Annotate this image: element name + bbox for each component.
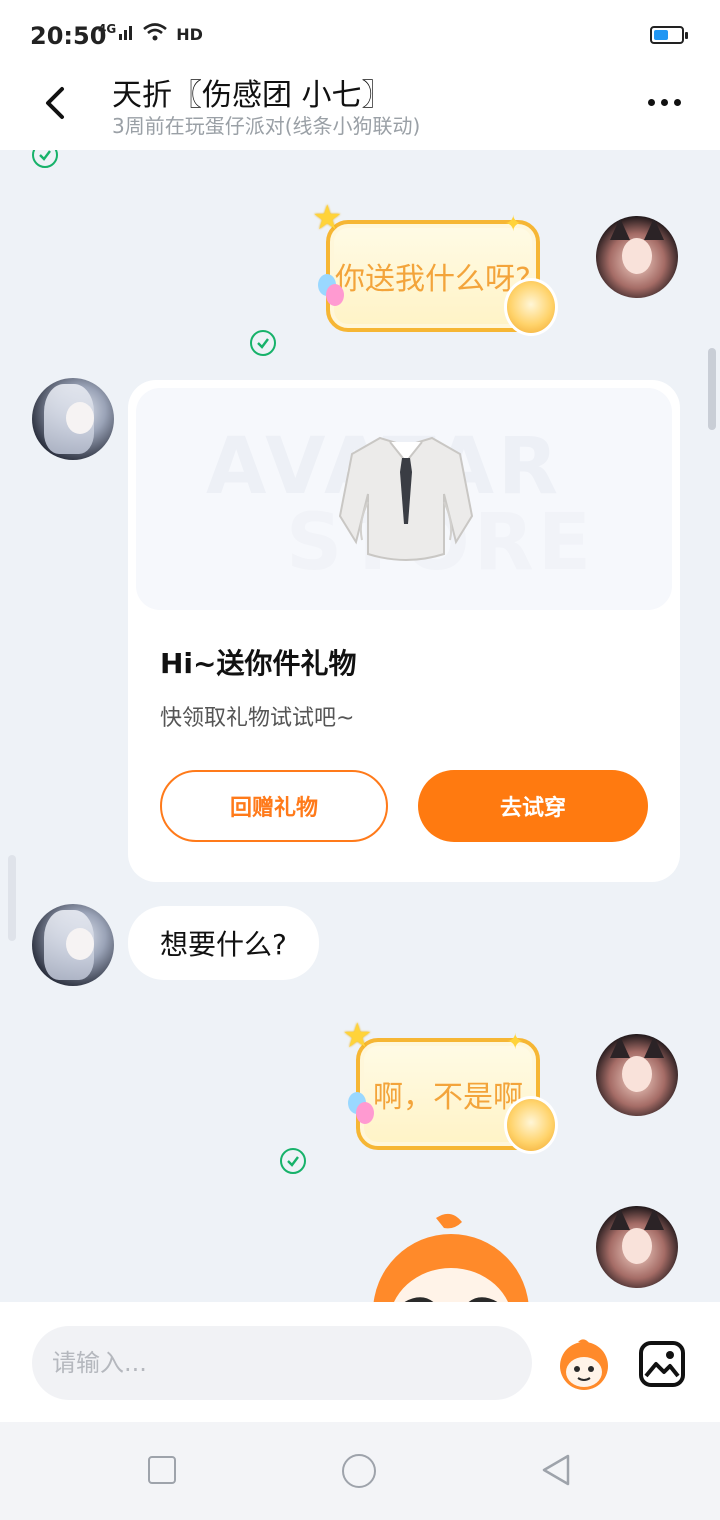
read-check-icon — [250, 330, 276, 356]
my-avatar[interactable] — [596, 1206, 678, 1288]
signal-icon — [118, 24, 134, 45]
more-options-button[interactable] — [642, 88, 686, 116]
chat-header: 天折〖伤感团 小七〗 3周前在玩蛋仔派对(线条小狗联动) — [0, 70, 720, 150]
emoji-sticker-button-icon[interactable] — [556, 1336, 612, 1392]
balloons-icon — [348, 1092, 374, 1126]
gift-card[interactable]: AVATAR STORE Hi~送你件礼物 快领取礼物试试吧~ 回赠礼物 去试穿 — [128, 380, 680, 882]
crying-face-sticker-icon[interactable] — [366, 1212, 536, 1302]
friend-avatar[interactable] — [32, 378, 114, 460]
read-check-icon — [280, 1148, 306, 1174]
sent-message-text: 你送我什么呀? — [335, 262, 531, 297]
battery-icon — [650, 26, 688, 44]
back-button[interactable] — [30, 78, 80, 128]
more-dot-icon — [647, 98, 655, 106]
home-icon[interactable] — [342, 1454, 376, 1488]
sparkle-icon: ✦ — [506, 1030, 525, 1055]
chat-title: 天折〖伤感团 小七〗 — [112, 78, 392, 113]
balloons-icon — [318, 274, 344, 308]
back-arrow-icon — [46, 87, 64, 119]
star-icon: ★ — [312, 198, 343, 238]
received-message-text: 想要什么? — [160, 928, 287, 961]
sent-message-text: 啊，不是啊 — [373, 1080, 523, 1115]
gift-image: AVATAR STORE — [136, 388, 672, 610]
nav-back-icon[interactable] — [538, 1452, 574, 1488]
system-nav-bar — [0, 1422, 720, 1520]
return-gift-button[interactable]: 回赠礼物 — [160, 770, 388, 842]
more-dot-icon — [660, 98, 668, 106]
read-check-icon — [32, 150, 58, 168]
chat-subtitle: 3周前在玩蛋仔派对(线条小狗联动) — [112, 114, 421, 138]
mascot-sticker-icon — [504, 278, 558, 336]
network-label: 4G — [98, 21, 117, 36]
star-icon: ★ — [342, 1016, 373, 1056]
sparkle-icon: ✦ — [504, 212, 523, 237]
scrollbar[interactable] — [708, 348, 716, 430]
status-time: 20:50 — [30, 22, 107, 50]
my-avatar[interactable] — [596, 1034, 678, 1116]
hd-label: HD — [176, 25, 203, 44]
received-text-message[interactable]: 想要什么? — [128, 906, 319, 980]
status-bar: 20:50 4G HD — [0, 0, 720, 70]
edge-handle — [8, 855, 16, 941]
more-dot-icon — [673, 98, 681, 106]
shirt-image-icon — [338, 436, 474, 561]
try-on-button[interactable]: 去试穿 — [418, 770, 648, 842]
wifi-icon — [142, 22, 168, 47]
chat-messages[interactable]: 你送我什么呀? ★ ✦ AVATAR STORE Hi~送你件礼物 快领取礼物试… — [0, 150, 720, 1302]
mascot-sticker-icon — [504, 1096, 558, 1154]
gift-title: Hi~送你件礼物 — [160, 647, 357, 680]
image-picker-button-icon[interactable] — [638, 1340, 686, 1388]
status-icons: 4G HD — [98, 22, 203, 47]
my-avatar[interactable] — [596, 216, 678, 298]
input-bar — [0, 1302, 720, 1422]
message-input[interactable] — [32, 1326, 532, 1400]
recent-apps-icon[interactable] — [148, 1456, 176, 1484]
gift-description: 快领取礼物试试吧~ — [160, 706, 355, 731]
friend-avatar[interactable] — [32, 904, 114, 986]
